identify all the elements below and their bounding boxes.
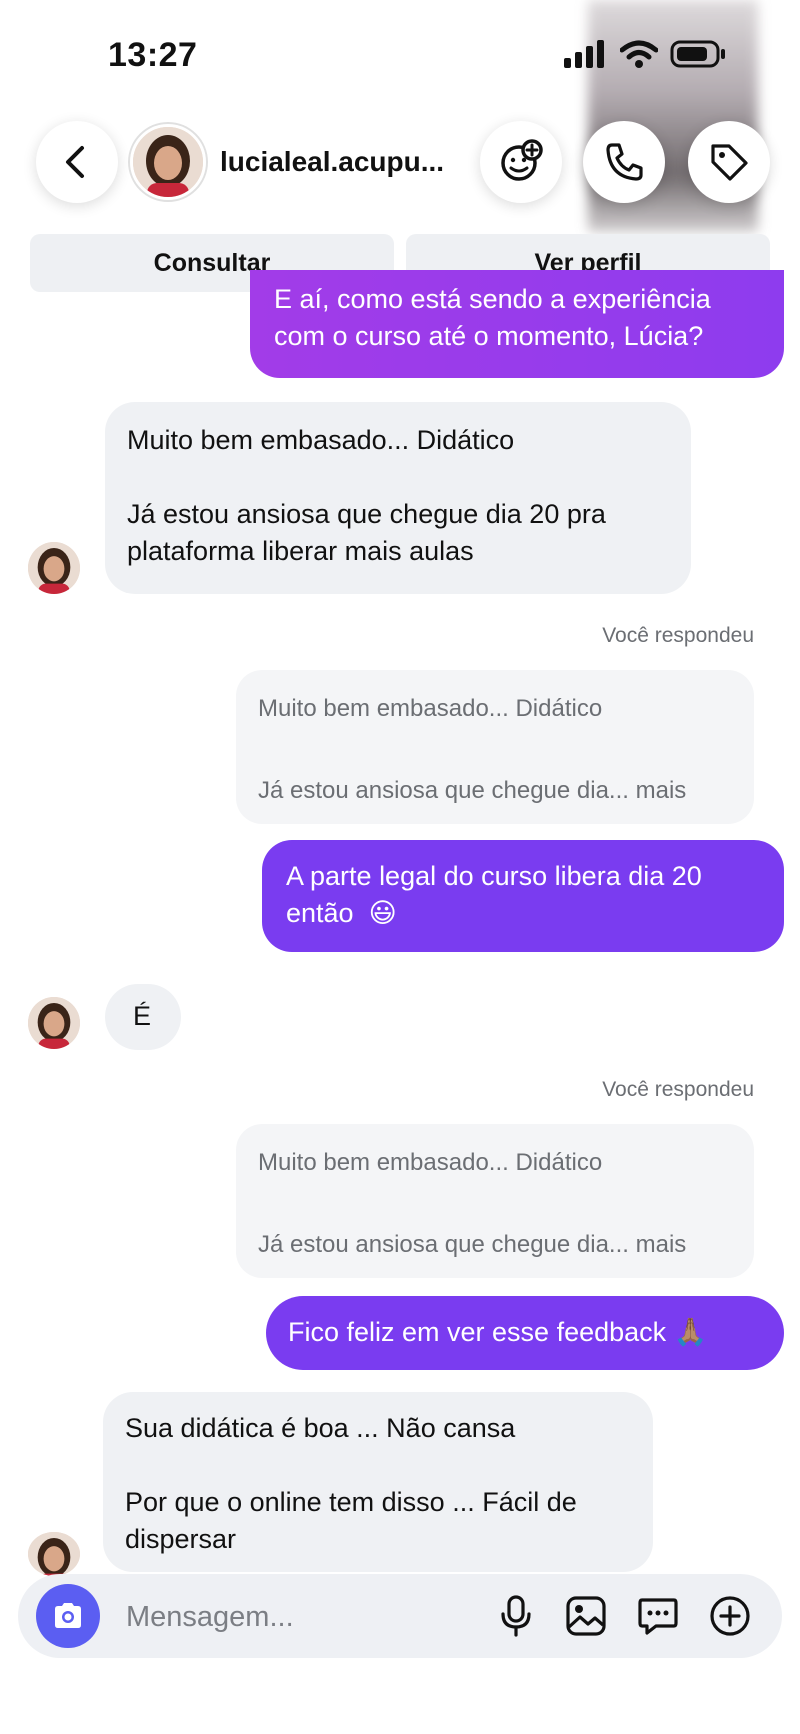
label-button[interactable] [688,121,770,203]
phone-icon [606,143,643,181]
status-icons [564,40,726,68]
message-text: E aí, como está sendo a experiência [274,284,711,314]
message-text: Sua didática é boa ... Não cansa [125,1413,516,1443]
message-text: A parte legal do curso libera dia 20 [286,861,702,891]
status-time: 13:27 [108,36,198,74]
message-incoming[interactable]: É [105,984,181,1050]
message-incoming[interactable]: Sua didática é boa ... Não cansa Por que… [103,1392,653,1572]
quoted-message[interactable]: Muito bem embasado... Didático Já estou … [236,1124,754,1278]
profile-header[interactable]: lucialeal.acupu... [130,120,470,204]
replied-label: Você respondeu [602,1078,754,1101]
message-text: dispersar [125,1524,237,1554]
quoted-text: Muito bem embasado... Didático [258,695,603,722]
battery-icon [670,40,725,68]
status-bar: 13:27 [0,0,800,100]
message-outgoing[interactable]: Fico feliz em ver esse feedback 🙏🏽 [266,1296,784,1370]
quoted-text: Já estou ansiosa que chegue dia... mais [258,1231,687,1258]
message-text: Já estou ansiosa que chegue dia 20 pra [127,499,606,529]
voice-button[interactable] [488,1588,544,1644]
message-text: Fico feliz em ver esse feedback [288,1317,667,1347]
microphone-icon [501,1595,531,1637]
gallery-icon [566,1596,606,1636]
quoted-text: Já estou ansiosa que chegue dia... mais [258,777,687,804]
wifi-icon [620,40,658,68]
message-text: Muito bem embasado... Didático [127,425,515,455]
message-text: plataforma liberar mais aulas [127,536,474,566]
gallery-button[interactable] [558,1588,614,1644]
signal-icon [564,40,604,68]
emoji: 😃 [368,898,397,928]
call-button[interactable] [583,121,665,203]
more-button[interactable] [702,1588,758,1644]
quoted-message[interactable]: Muito bem embasado... Didático Já estou … [236,670,754,824]
message-text: então [286,898,354,928]
message-text: Por que o online tem disso ... Fácil de [125,1487,577,1517]
plus-icon [710,1596,750,1636]
sender-avatar[interactable] [28,542,80,594]
camera-icon [55,1603,81,1628]
message-incoming[interactable]: Muito bem embasado... Didático Já estou … [105,402,691,594]
avatar [130,124,206,200]
emoji: 🙏🏽 [673,1317,708,1347]
sender-avatar[interactable] [28,997,80,1049]
chat-icon [638,1598,678,1635]
camera-button[interactable] [36,1584,100,1648]
message-text: com o curso até o momento, Lúcia? [274,321,704,351]
quoted-text: Muito bem embasado... Didático [258,1149,603,1176]
back-icon [66,146,84,178]
message-outgoing[interactable]: A parte legal do curso libera dia 20 ent… [262,840,784,952]
sender-avatar[interactable] [28,1532,80,1576]
username: lucialeal.acupu... [220,146,445,177]
message-outgoing[interactable]: E aí, como está sendo a experiência com … [250,270,784,378]
sticker-button[interactable] [480,121,562,203]
chat-header: lucialeal.acupu... [0,112,800,212]
chat-button[interactable] [630,1588,686,1644]
tag-icon [711,144,748,181]
sticker-icon [501,139,543,181]
message-composer [18,1574,782,1658]
message-text: É [133,1001,152,1031]
replied-label: Você respondeu [602,624,754,647]
message-input[interactable] [124,1592,458,1642]
back-button[interactable] [36,121,118,203]
